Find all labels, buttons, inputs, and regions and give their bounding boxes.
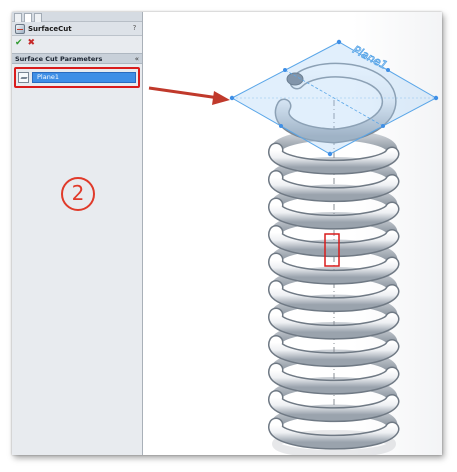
plane1-surface[interactable]: Plane1	[229, 39, 439, 157]
configuration-manager-tab[interactable]	[34, 13, 42, 22]
pointer-arrow	[148, 86, 230, 105]
plane-edge-handle[interactable]	[381, 124, 385, 128]
plane-edge-handle[interactable]	[386, 68, 390, 72]
surface-cut-icon	[15, 23, 25, 34]
plane-edge-handle[interactable]	[279, 124, 283, 128]
spring-model-view: Plane1	[148, 39, 439, 455]
property-manager-tab[interactable]	[24, 13, 32, 22]
plane-corner-handle[interactable]	[433, 95, 439, 101]
feature-manager-tab[interactable]	[14, 13, 22, 22]
action-row: ✔ ✖	[12, 36, 142, 49]
plane-corner-handle[interactable]	[336, 39, 342, 45]
selection-highlight-box: Plane1	[14, 67, 140, 88]
panel-title-bar: SurfaceCut ?	[12, 22, 142, 36]
panel-tabs	[12, 12, 142, 22]
cutting-surface-selection-field[interactable]: Plane1	[32, 72, 136, 83]
plane-corner-handle[interactable]	[327, 151, 333, 157]
panel-title: SurfaceCut	[28, 24, 72, 33]
ok-button[interactable]: ✔	[15, 38, 23, 48]
plane-selection-icon	[18, 72, 29, 83]
help-button[interactable]: ?	[130, 24, 139, 33]
surface-cut-parameters-header[interactable]: Surface Cut Parameters «	[12, 53, 142, 64]
step-number-annotation: 2	[61, 177, 95, 211]
cancel-button[interactable]: ✖	[28, 38, 36, 48]
collapse-chevron-icon[interactable]: «	[135, 54, 139, 64]
screenshot-frame: SurfaceCut ? ✔ ✖ Surface Cut Parameters …	[12, 12, 442, 455]
group-title: Surface Cut Parameters	[15, 54, 103, 63]
property-manager-panel: SurfaceCut ? ✔ ✖ Surface Cut Parameters …	[12, 12, 143, 455]
plane-edge-handle[interactable]	[283, 68, 287, 72]
plane-corner-handle[interactable]	[229, 95, 235, 101]
graphics-viewport[interactable]: Plane1	[144, 12, 442, 455]
